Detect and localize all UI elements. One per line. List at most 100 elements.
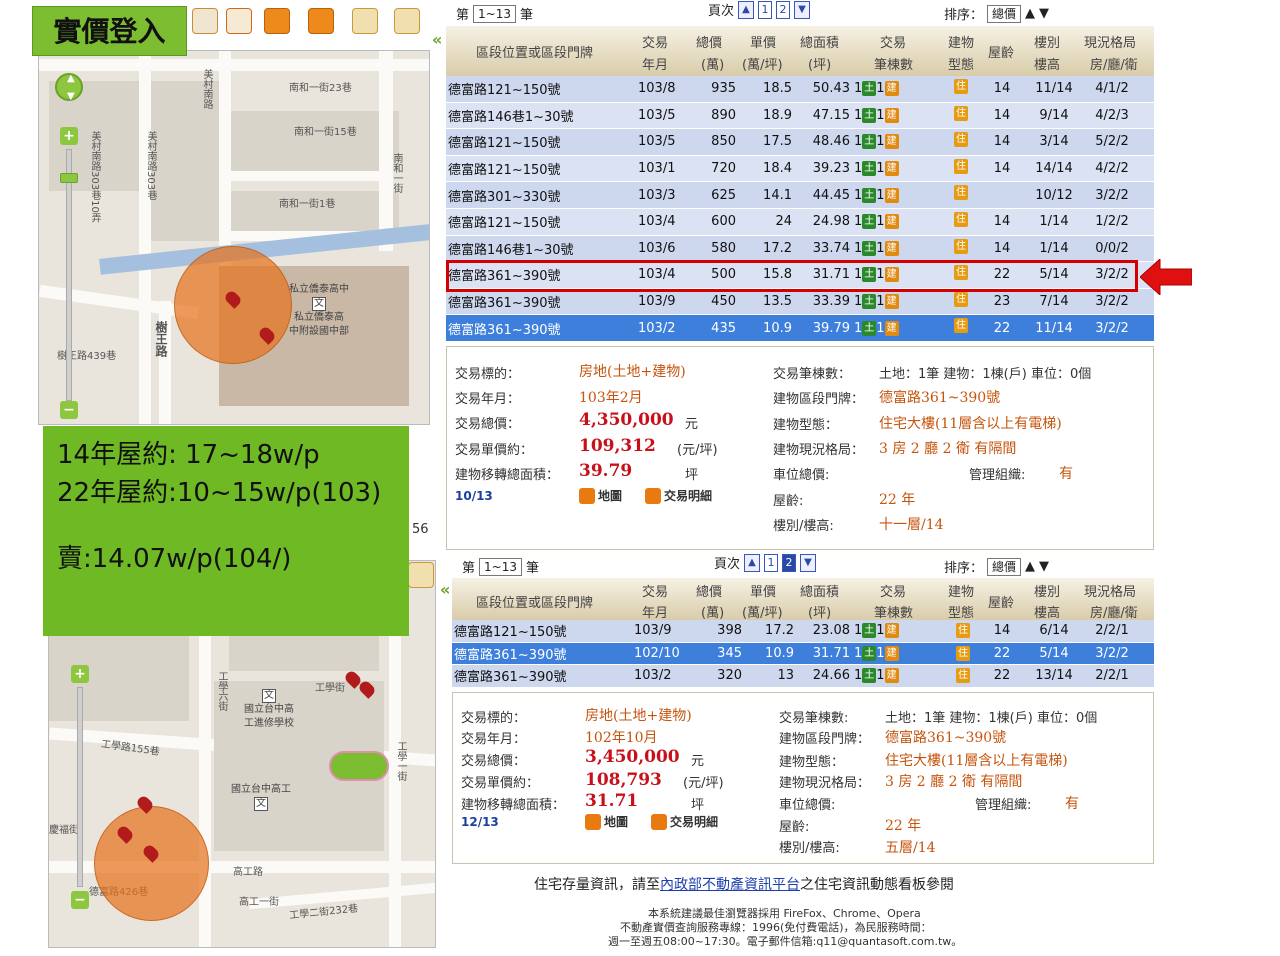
detail-l-total: 交易總價： — [455, 417, 521, 432]
residential-icon: 住 — [954, 318, 968, 334]
page-prev-button[interactable]: ▲ — [744, 553, 761, 572]
zoom-slider-track[interactable] — [77, 687, 83, 887]
col-location[interactable]: 區段位置或區段門牌 — [476, 42, 593, 61]
pan-control[interactable]: ▲ ▼ — [55, 73, 83, 102]
page-prev-button[interactable]: ▲ — [738, 0, 755, 19]
table-row[interactable]: 德富路361~390號 103/2 320 13 24.66 22 13/14 2/2/1 1 土… — [452, 665, 1154, 688]
platform-link[interactable]: 內政部不動產資訊平台 — [660, 877, 800, 893]
page-2-button[interactable]: 2 — [776, 0, 791, 19]
col-location[interactable]: 區段位置或區段門牌 — [476, 592, 593, 611]
col-count[interactable]: 交易 — [880, 581, 906, 600]
page-1-button[interactable]: 1 — [764, 553, 779, 572]
col-floor[interactable]: 樓別 — [1034, 581, 1060, 600]
settings-icon[interactable] — [394, 8, 420, 34]
land-count: 1 — [854, 240, 863, 256]
col-unit[interactable]: 單價 — [750, 581, 776, 600]
zoom-slider-track[interactable] — [66, 149, 72, 401]
zoom-out-button[interactable]: − — [71, 891, 89, 909]
detail-u-unit: (元/坪) — [677, 443, 718, 458]
table-row[interactable]: 德富路361~390號 102/10 345 10.9 31.71 22 5/14 3/2/2… — [452, 642, 1154, 666]
col-area[interactable]: 總面積 — [800, 581, 839, 600]
table-row[interactable]: 德富路121~150號 103/4 600 24 24.98 14 1/14 1/2/2 1 土 1… — [446, 208, 1154, 236]
sort-select[interactable]: 總價 — [987, 557, 1022, 576]
col-type[interactable]: 建物 — [948, 581, 974, 600]
cell-layout: 3/2/2 — [1095, 294, 1129, 310]
land-icon: 土 — [862, 294, 877, 310]
range-select[interactable]: 1~13 — [479, 557, 522, 576]
sort-select[interactable]: 總價 — [987, 4, 1022, 23]
page-1-button[interactable]: 1 — [758, 0, 773, 19]
table-row[interactable]: 德富路361~390號 103/9 450 13.5 33.39 23 7/14 3/2/2 1… — [446, 288, 1154, 316]
detail-l-type: 建物型態： — [779, 754, 845, 770]
cell-addr: 德富路361~390號 — [454, 670, 567, 686]
highlight-box — [446, 260, 1138, 292]
table-row[interactable]: 德富路121~150號 103/9 398 17.2 23.08 14 6/14 2/2/1 1… — [452, 620, 1154, 643]
page-next-button[interactable]: ▼ — [800, 553, 817, 572]
transaction-detail-link[interactable]: 交易明細 — [645, 487, 712, 504]
col-total[interactable]: 總價 — [696, 32, 722, 51]
table-row[interactable]: 德富路146巷1~30號 103/6 580 17.2 33.74 14 1/14 0/0/2… — [446, 235, 1154, 263]
cell-layout: 2/2/1 — [1095, 623, 1129, 639]
list-icon[interactable] — [264, 8, 290, 34]
page-2-button[interactable]: 2 — [782, 553, 797, 572]
detail-l-count: 交易筆棟數： — [773, 367, 852, 382]
map-link[interactable]: 地圖 — [579, 487, 622, 504]
table-row[interactable]: 德富路121~150號 103/8 935 18.5 50.43 14 11/14 4/1/2… — [446, 76, 1154, 103]
col-count[interactable]: 交易 — [880, 32, 906, 51]
cell-floor: 3/14 — [1039, 134, 1069, 150]
locate-icon[interactable] — [226, 8, 252, 34]
cell-layout: 1/2/2 — [1095, 214, 1129, 230]
map-link[interactable]: 地圖 — [585, 813, 628, 830]
zoom-in-button[interactable]: + — [71, 665, 89, 683]
col-date[interactable]: 交易 — [642, 32, 668, 51]
page-next-button[interactable]: ▼ — [794, 0, 811, 19]
table-row[interactable]: 德富路301~330號 103/3 625 14.1 44.45 10/12 3/2/2 1 土… — [446, 182, 1154, 209]
range-select[interactable]: 1~13 — [473, 4, 516, 23]
count-badges: 1土1建 — [854, 161, 899, 177]
col-type-sub: 型態 — [948, 58, 975, 73]
residential-icon: 住 — [954, 211, 968, 227]
tool-icon[interactable] — [308, 8, 334, 34]
col-age[interactable]: 屋齡 — [988, 592, 1014, 611]
zoom-slider-thumb[interactable] — [60, 173, 78, 183]
cell-layout: 3/2/2 — [1095, 645, 1129, 661]
table-row[interactable]: 德富路121~150號 103/1 720 18.4 39.23 14 14/14 4/2/2… — [446, 155, 1154, 183]
col-date-sub: 年月 — [642, 606, 669, 621]
col-layout[interactable]: 現況格局 — [1084, 581, 1136, 600]
col-date[interactable]: 交易 — [642, 581, 668, 600]
cell-addr: 德富路121~150號 — [448, 83, 561, 99]
sort-asc-icon[interactable]: ▲ — [1025, 559, 1035, 574]
col-age[interactable]: 屋齡 — [988, 42, 1014, 61]
sort-desc-icon[interactable]: ▼ — [1039, 6, 1049, 21]
table-row[interactable]: 德富路121~150號 103/5 850 17.5 48.46 14 3/14 5/2/2 1… — [446, 129, 1154, 156]
layer-icon[interactable] — [352, 8, 378, 34]
col-type[interactable]: 建物 — [948, 32, 974, 51]
poi-name: 私立僑泰高 — [294, 312, 344, 323]
building-icon: 建 — [884, 645, 899, 661]
home-icon[interactable] — [192, 8, 218, 34]
col-unit[interactable]: 單價 — [750, 32, 776, 51]
col-area[interactable]: 總面積 — [800, 32, 839, 51]
col-total[interactable]: 總價 — [696, 581, 722, 600]
sort-asc-icon[interactable]: ▲ — [1025, 6, 1035, 21]
table-row[interactable]: 德富路146巷1~30號 103/5 890 18.9 47.15 14 9/14 4/2/3… — [446, 102, 1154, 130]
building-icon: 建 — [884, 107, 899, 123]
land-count: 1 — [854, 107, 863, 123]
detail-link-label: 交易明細 — [664, 489, 713, 503]
col-layout[interactable]: 現況格局 — [1084, 32, 1136, 51]
table-row[interactable]: 德富路361~390號 103/2 435 10.9 39.79 22 11/14 3/2/2… — [446, 315, 1154, 342]
zoom-out-button[interactable]: − — [60, 401, 78, 419]
zoom-in-button[interactable]: + — [60, 127, 78, 145]
residential-icon: 住 — [954, 105, 968, 121]
land-icon: 土 — [862, 187, 877, 203]
col-floor[interactable]: 樓別 — [1034, 32, 1060, 51]
map-top[interactable]: 南和一街23巷 南和一街15巷 南和一街1巷 美村南路 美村南路303巷 南和一… — [38, 50, 430, 425]
cell-unit: 10.9 — [763, 320, 792, 336]
range-unit: 筆 — [519, 8, 533, 23]
pointer-arrow-icon — [1140, 259, 1192, 295]
cell-addr: 德富路301~330號 — [448, 189, 561, 205]
settings-icon[interactable] — [408, 562, 434, 588]
transaction-detail-link[interactable]: 交易明細 — [651, 813, 718, 830]
sort-desc-icon[interactable]: ▼ — [1039, 559, 1049, 574]
page-label: 頁次 — [708, 4, 735, 19]
